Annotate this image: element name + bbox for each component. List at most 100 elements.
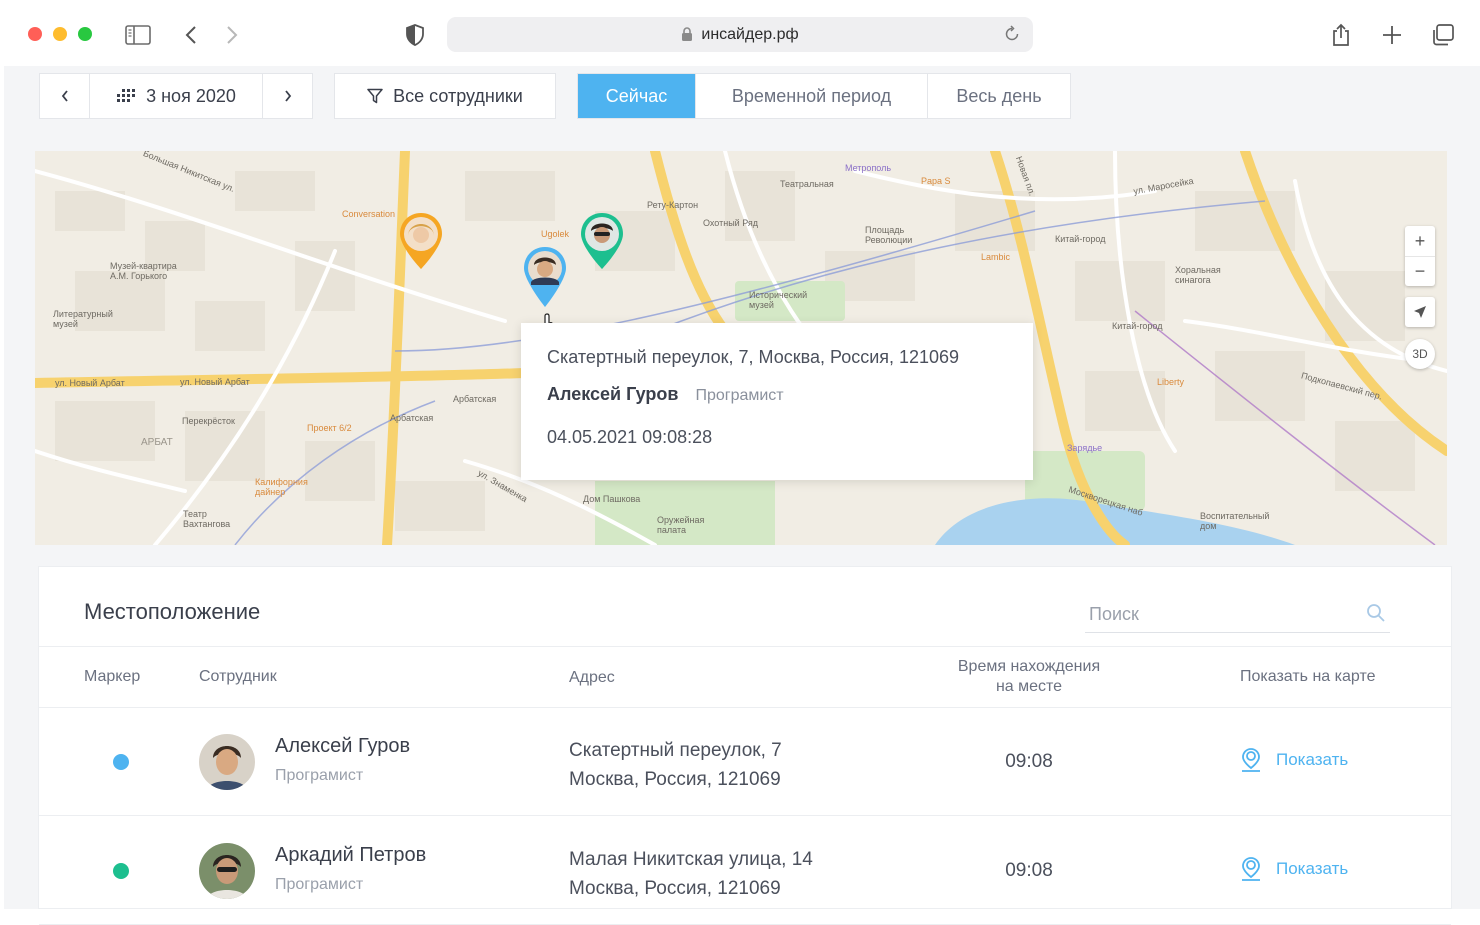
map[interactable]: Большая Никитская ул. ул. Новый Арбат ул… [35,151,1447,545]
map-label: Китай-город [1112,321,1163,331]
column-header-employee: Сотрудник [199,668,277,685]
chevron-right-icon [227,26,238,44]
reload-icon[interactable] [1003,25,1021,43]
search-input[interactable] [1085,599,1345,629]
zoom-control: + − [1405,226,1435,286]
map-label: Зарядье [1067,443,1103,453]
minimize-window-button[interactable] [53,27,67,41]
person-location-icon [1242,748,1260,772]
map-label: Литературный музей [53,309,113,329]
map-label: Перекрёсток [182,416,235,426]
forward-button[interactable] [217,20,247,50]
filter-label: Все сотрудники [393,85,523,106]
sidebar-icon [125,25,151,45]
calendar-grid-icon [117,89,136,102]
employee-address: Скатертный переулок, 7 Москва, Россия, 1… [569,736,782,794]
back-button[interactable] [176,20,206,50]
close-window-button[interactable] [28,27,42,41]
panel-title: Местоположение [84,599,261,624]
chevron-right-icon [284,90,291,102]
show-label: Показать [1276,750,1349,769]
tab-whole-day[interactable]: Весь день [928,74,1070,118]
tabs-overview-button[interactable] [1428,20,1458,50]
avatar [199,734,255,790]
show-on-map-button[interactable]: Показать [1240,748,1348,772]
location-panel: Местоположение Маркер Сотрудник Адрес Вр… [38,566,1452,925]
employee-role: Програмист [275,767,364,784]
map-label: Liberty [1157,377,1185,387]
3d-view-button[interactable]: 3D [1405,339,1435,369]
new-tab-button[interactable] [1377,20,1407,50]
marker-dot [113,863,129,879]
table-header: Маркер Сотрудник Адрес Время нахождения … [39,646,1451,708]
map-label: Театр Вахтангова [183,509,231,529]
maximize-window-button[interactable] [78,27,92,41]
map-pin-icon [400,213,442,269]
map-label: Ugolek [541,229,570,239]
shield-icon [406,24,424,46]
chevron-left-icon [61,90,68,102]
url-text: инсайдер.рф [701,25,799,43]
map-label: Калифорния дайнер [255,477,308,497]
map-label: Conversation [342,209,396,219]
employee-role: Програмист [275,876,364,893]
address-line1: Малая Никитская улица, 14 [569,849,813,870]
share-button[interactable] [1326,20,1356,50]
show-on-map-button[interactable]: Показать [1240,857,1348,881]
location-tooltip: Скатертный переулок, 7, Москва, Россия, … [521,323,1033,480]
avatar-photo [199,734,255,790]
map-label: Рету-Картон [647,200,699,210]
employee-filter-button[interactable]: Все сотрудники [334,73,556,119]
person-location-icon [1242,857,1260,881]
map-pin-employee[interactable] [579,211,625,271]
marker-dot [113,754,129,770]
map-label: Дом Пашкова [583,494,641,504]
locate-button[interactable] [1405,297,1435,327]
privacy-shield-button[interactable] [400,20,430,50]
map-label: Охотный Ряд [703,218,759,228]
window-controls [28,27,92,41]
map-label: ул. Новый Арбат [180,377,250,387]
address-line1: Скатертный переулок, 7 [569,740,782,761]
map-label: Papa S [921,176,951,186]
tab-time-period[interactable]: Временной период [696,74,928,118]
filter-icon [367,88,383,104]
time-on-site: 09:08 [1005,751,1053,772]
tooltip-employee-name: Алексей Гуров [547,384,679,404]
date-selector: 3 ноя 2020 [39,73,313,119]
map-pin-employee-selected[interactable] [522,245,568,307]
next-date-button[interactable] [262,74,312,118]
sidebar-toggle-button[interactable] [123,20,153,50]
zoom-in-button[interactable]: + [1405,226,1435,256]
tabs-icon [1433,24,1454,46]
map-pin-employee[interactable] [398,211,444,271]
map-label: Арбатская [390,413,434,423]
map-label: Оружейная палата [657,515,705,535]
date-picker[interactable]: 3 ноя 2020 [90,86,262,107]
column-header-time-line2: на месте [995,678,1063,695]
map-pin-icon [524,247,566,307]
map-pin-icon [581,213,623,269]
prev-date-button[interactable] [40,74,90,118]
search-icon[interactable] [1366,603,1386,623]
time-on-site: 09:08 [1005,860,1053,881]
mode-tabs: Сейчас Временной период Весь день [577,73,1071,119]
tooltip-employee-role: Програмист [695,387,784,404]
map-label: Китай-город [1055,234,1106,244]
zoom-out-button[interactable]: − [1405,256,1435,286]
map-label: Проект 6/2 [307,423,352,433]
locate-control [1405,297,1435,327]
share-icon [1333,23,1349,46]
date-label: 3 ноя 2020 [146,85,236,106]
search-box [1085,599,1390,633]
avatar [199,843,255,899]
map-label: Метрополь [845,163,892,173]
tab-now[interactable]: Сейчас [578,74,696,118]
avatar-photo [199,843,255,899]
employee-name: Алексей Гуров [275,735,411,757]
address-bar[interactable]: инсайдер.рф [447,17,1033,52]
map-label: Арбатская [453,394,497,404]
chevron-left-icon [185,26,196,44]
map-label: Исторический музей [749,290,808,310]
column-header-time: Время нахождения на месте [929,657,1129,697]
